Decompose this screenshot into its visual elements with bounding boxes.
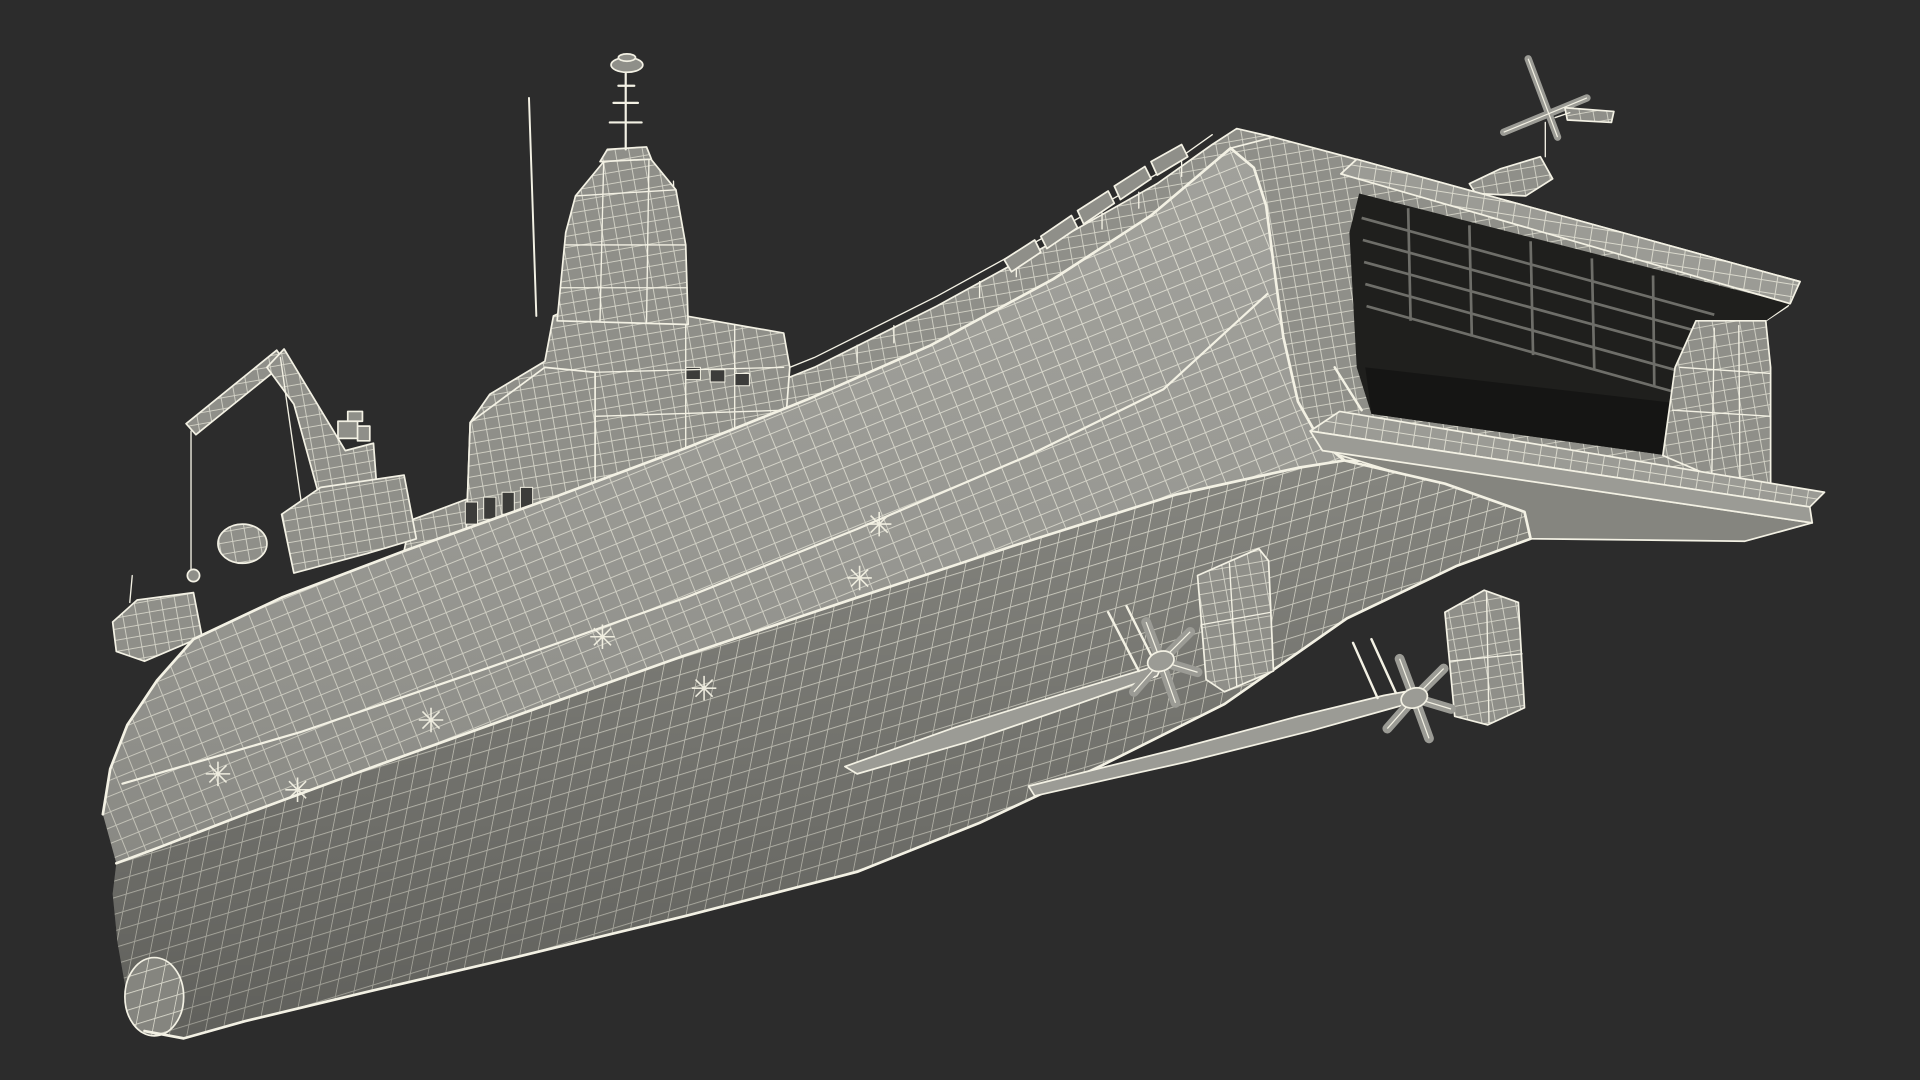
radar-cap: [617, 53, 637, 63]
radome: [217, 523, 268, 565]
crane-hook: [186, 568, 201, 583]
ship-wireframe-render: [0, 0, 1920, 1080]
bow-sonar-bulb: [124, 956, 185, 1037]
